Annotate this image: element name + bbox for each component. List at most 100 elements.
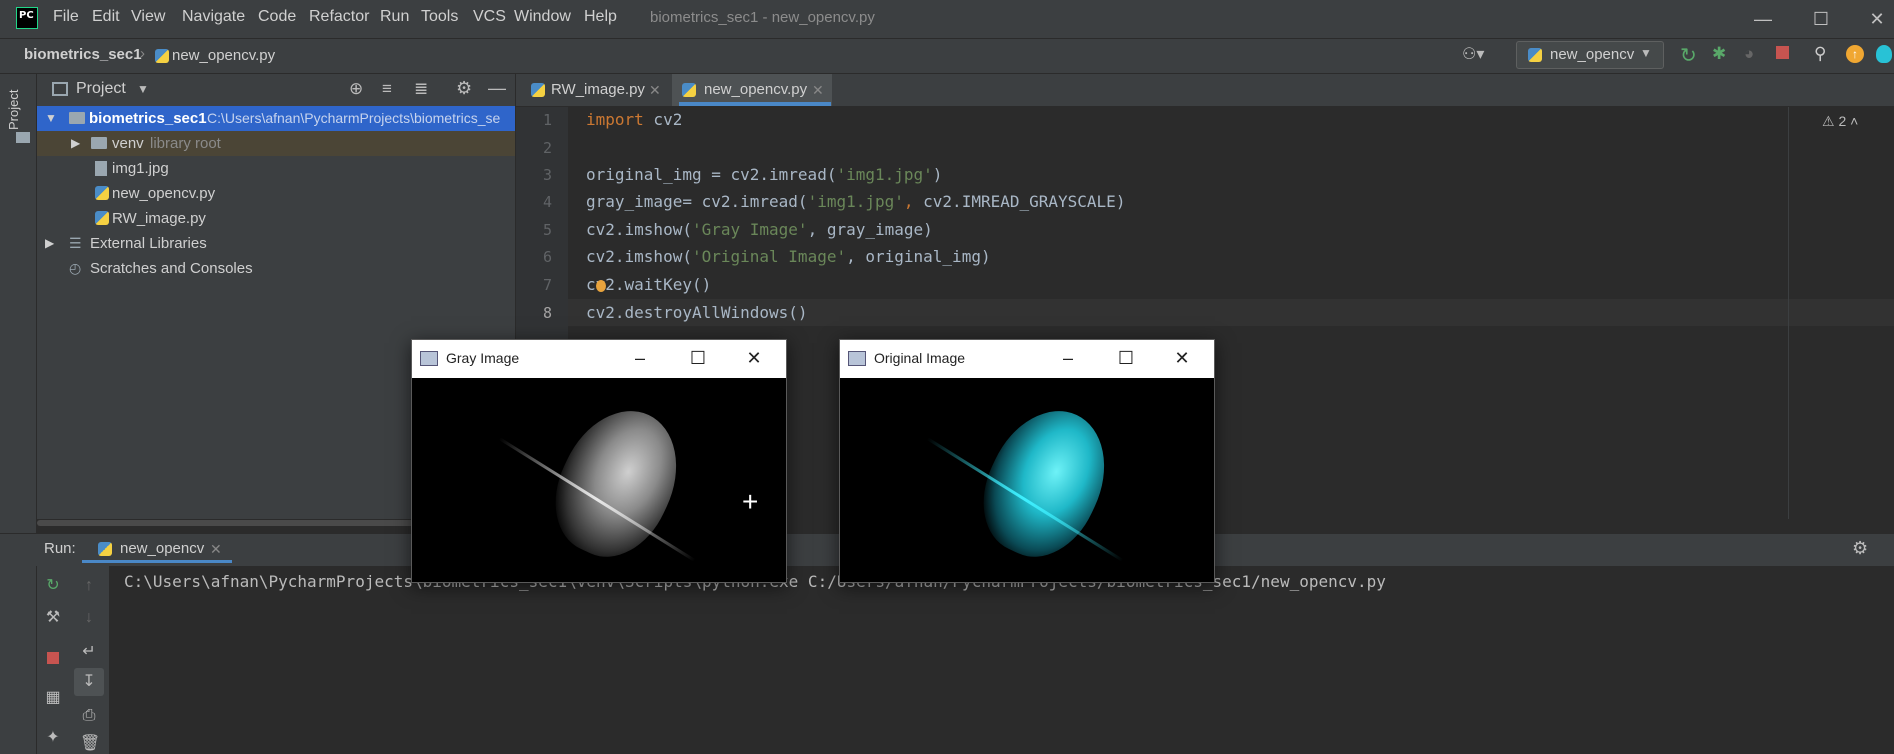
line-number: 8 — [542, 304, 552, 322]
crosshair-cursor-icon: + — [742, 486, 759, 517]
menu-navigate[interactable]: Navigate — [182, 8, 245, 26]
wrench-icon[interactable]: ⚒ — [44, 610, 62, 626]
scrollbar-thumb[interactable] — [37, 520, 417, 526]
code-line-4[interactable]: gray_image= cv2.imread('img1.jpg', cv2.I… — [586, 192, 1125, 211]
code-token: , gray_image) — [807, 220, 933, 239]
user-icon[interactable]: ⚇▾ — [1462, 44, 1484, 64]
menu-window[interactable]: Window — [514, 8, 571, 26]
menu-edit[interactable]: Edit — [92, 8, 120, 26]
project-panel-title[interactable]: Project — [76, 80, 126, 98]
tree-item-new-opencv[interactable]: new_opencv.py — [37, 181, 515, 206]
menu-tools[interactable]: Tools — [421, 8, 458, 26]
left-tool-strip — [0, 74, 37, 754]
code-line-6[interactable]: cv2.imshow('Original Image', original_im… — [586, 247, 991, 266]
line-number: 5 — [542, 221, 552, 239]
breadcrumb-file[interactable]: new_opencv.py — [172, 47, 275, 64]
menu-refactor[interactable]: Refactor — [309, 8, 369, 26]
soft-wrap-icon[interactable]: ↵ — [80, 644, 98, 660]
chevron-up-icon[interactable]: ˄ — [1850, 113, 1858, 129]
settings-gear-icon[interactable]: ⚙ — [456, 78, 472, 99]
collapse-all-icon[interactable]: ≣ — [414, 79, 428, 99]
chevron-right-icon[interactable]: ▶ — [71, 131, 80, 156]
run-settings-gear-icon[interactable]: ⚙ — [1852, 538, 1868, 559]
menu-help[interactable]: Help — [584, 8, 617, 26]
maximize-button[interactable]: ☐ — [678, 344, 718, 372]
window-title: biometrics_sec1 - new_opencv.py — [650, 9, 875, 26]
breadcrumb-project[interactable]: biometrics_sec1 — [24, 46, 142, 63]
gray-fingerprint-image: + — [412, 378, 786, 582]
pin-icon[interactable]: ✦ — [44, 730, 62, 746]
tree-item-rw-image[interactable]: RW_image.py — [37, 206, 515, 231]
python-file-icon — [95, 211, 109, 225]
minimize-button[interactable]: — — [1738, 4, 1788, 34]
rerun-icon[interactable]: ↻ — [44, 578, 62, 594]
lightbulb-icon[interactable] — [596, 280, 606, 292]
code-line-5[interactable]: cv2.imshow('Gray Image', gray_image) — [586, 220, 933, 239]
menu-run[interactable]: Run — [380, 8, 409, 26]
tree-item-label: Scratches and Consoles — [90, 260, 253, 277]
debug-icon[interactable]: ✱ — [1712, 44, 1726, 64]
code-line-1[interactable]: import cv2 — [586, 110, 682, 129]
right-margin-line — [1788, 107, 1789, 519]
line-number: 4 — [542, 193, 552, 211]
menu-code[interactable]: Code — [258, 8, 296, 26]
close-button[interactable]: ✕ — [1852, 4, 1894, 34]
code-token: original_img = cv2.imread( — [586, 165, 837, 184]
tree-item-scratches[interactable]: ◴ Scratches and Consoles — [37, 256, 515, 281]
tree-item-label: biometrics_sec1 — [89, 110, 207, 127]
run-tab-label: new_opencv — [120, 540, 205, 557]
menu-view[interactable]: View — [131, 8, 165, 26]
chevron-right-icon[interactable]: ▶ — [45, 231, 54, 256]
chevron-down-icon[interactable]: ▼ — [45, 106, 57, 131]
tree-item-img1[interactable]: img1.jpg — [37, 156, 515, 181]
scroll-up-icon[interactable]: ↑ — [80, 578, 98, 594]
scratches-icon: ◴ — [69, 260, 82, 276]
python-file-icon — [98, 542, 112, 556]
menu-vcs[interactable]: VCS — [473, 8, 506, 26]
folder-icon — [91, 137, 107, 149]
menu-file[interactable]: File — [53, 8, 79, 26]
hide-panel-icon[interactable]: — — [488, 78, 506, 99]
print-icon[interactable]: ⎙ — [80, 708, 98, 724]
expand-all-icon[interactable]: ≡ — [382, 79, 392, 99]
rerun-icon[interactable]: ↻ — [1680, 43, 1697, 68]
folder-icon — [69, 112, 85, 124]
project-folder-icon[interactable] — [16, 132, 30, 143]
maximize-button[interactable]: ☐ — [1796, 4, 1846, 34]
coverage-icon[interactable]: ◕ — [1744, 44, 1754, 64]
plugin-icon[interactable] — [1876, 45, 1892, 63]
close-button[interactable]: ✕ — [734, 344, 774, 372]
code-line-3[interactable]: original_img = cv2.imread('img1.jpg') — [586, 165, 942, 184]
close-tab-icon[interactable]: ✕ — [649, 74, 661, 106]
tree-item-biometrics-sec1[interactable]: ▼ biometrics_sec1 C:\Users\afnan\Pycharm… — [37, 106, 515, 131]
search-icon[interactable]: ⚲ — [1814, 44, 1826, 64]
gray-image-window[interactable]: Gray Image – ☐ ✕ + — [411, 339, 787, 583]
stop-icon[interactable] — [47, 652, 59, 664]
project-view-icon — [52, 82, 68, 96]
tree-item-external-libraries[interactable]: ▶ ☰ External Libraries — [37, 231, 515, 256]
locate-icon[interactable]: ⊕ — [349, 79, 363, 99]
warnings-indicator[interactable]: ⚠ 2 ˄ — [1822, 113, 1858, 130]
minimize-button[interactable]: – — [620, 344, 660, 372]
tree-item-path: C:\Users\afnan\PycharmProjects\biometric… — [207, 110, 501, 126]
close-button[interactable]: ✕ — [1162, 344, 1202, 372]
project-view-dropdown-icon[interactable]: ▼ — [137, 82, 149, 96]
active-tab-indicator — [679, 102, 831, 106]
project-tool-window-tab[interactable]: Project — [6, 80, 30, 130]
tree-item-hint: library root — [150, 135, 221, 152]
scroll-down-icon[interactable]: ↓ — [80, 610, 98, 626]
python-config-icon — [1528, 48, 1542, 62]
original-image-window[interactable]: Original Image – ☐ ✕ — [839, 339, 1215, 583]
close-tab-icon[interactable]: ✕ — [210, 535, 222, 563]
stop-icon[interactable] — [1776, 46, 1789, 59]
tree-item-label: External Libraries — [90, 235, 207, 252]
scroll-to-end-icon: ↧ — [82, 673, 96, 690]
trash-icon[interactable]: 🗑 — [80, 736, 100, 752]
minimize-button[interactable]: – — [1048, 344, 1088, 372]
update-icon[interactable]: ↑ — [1846, 45, 1864, 63]
tree-item-venv[interactable]: ▶ venv library root — [37, 131, 515, 156]
code-token: cv2.IMREAD_GRAYSCALE) — [923, 192, 1126, 211]
maximize-button[interactable]: ☐ — [1106, 344, 1146, 372]
layout-icon[interactable]: ▦ — [44, 690, 62, 706]
code-line-8[interactable]: cv2.destroyAllWindows() — [586, 303, 808, 322]
